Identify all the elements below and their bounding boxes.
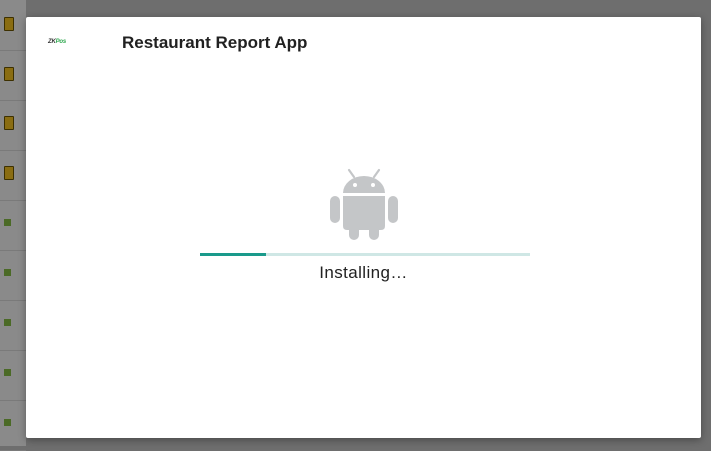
folder-icon bbox=[4, 67, 14, 81]
folder-icon bbox=[4, 17, 14, 31]
install-progress-fill bbox=[200, 253, 266, 256]
background-list-item bbox=[0, 100, 26, 151]
app-logo-accent-text: Pos bbox=[55, 39, 67, 45]
background-list-item bbox=[0, 400, 26, 451]
background-list-item bbox=[0, 350, 26, 401]
install-progress-bar bbox=[200, 253, 530, 256]
folder-icon bbox=[4, 166, 14, 180]
app-title: Restaurant Report App bbox=[122, 33, 308, 52]
dialog-header: ZKPos Restaurant Report App bbox=[26, 17, 701, 73]
file-icon bbox=[4, 319, 11, 326]
file-icon bbox=[4, 369, 11, 376]
install-status-text: Installing… bbox=[319, 263, 408, 282]
file-icon bbox=[4, 269, 11, 276]
background-list-item bbox=[0, 250, 26, 301]
background-list-item bbox=[0, 200, 26, 251]
folder-icon bbox=[4, 116, 14, 130]
background-list-item bbox=[0, 0, 26, 51]
background-file-list bbox=[0, 0, 26, 451]
app-logo: ZKPos bbox=[48, 39, 66, 45]
background-list-item bbox=[0, 150, 26, 201]
file-icon bbox=[4, 219, 11, 226]
background-list-item bbox=[0, 300, 26, 351]
app-logo-text: ZK bbox=[48, 39, 56, 45]
android-robot-icon bbox=[330, 168, 398, 240]
file-icon bbox=[4, 419, 11, 426]
background-list-item bbox=[0, 50, 26, 101]
install-dialog: ZKPos Restaurant Report App Installing… bbox=[26, 17, 701, 438]
